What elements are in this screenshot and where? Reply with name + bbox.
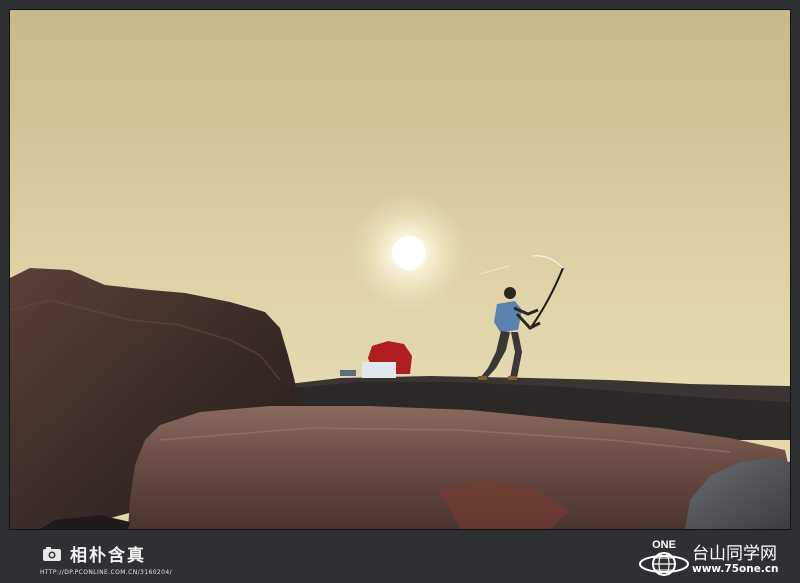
site-url: www.75one.cn xyxy=(692,563,779,575)
image-frame: 相朴含真 HTTP://DP.PCONLINE.COM.CN/3160204/ … xyxy=(0,0,800,583)
sun xyxy=(392,236,426,270)
photo-scene xyxy=(10,10,790,529)
camera-icon xyxy=(43,547,61,561)
watermark-left: 相朴含真 HTTP://DP.PCONLINE.COM.CN/3160204/ xyxy=(40,537,200,577)
white-box xyxy=(362,362,396,378)
photo xyxy=(9,9,791,530)
watermark-title: 相朴含真 xyxy=(70,546,146,566)
watermark-right: ONE 台山同学网 www.75one.cn xyxy=(638,535,798,579)
logo-text: ONE xyxy=(652,539,676,551)
tackle-box xyxy=(340,370,356,376)
watermark-url: HTTP://DP.PCONLINE.COM.CN/3160204/ xyxy=(40,569,172,576)
footer-bar: 相朴含真 HTTP://DP.PCONLINE.COM.CN/3160204/ … xyxy=(0,531,800,583)
site-name: 台山同学网 xyxy=(692,544,777,564)
one-logo: ONE xyxy=(639,539,689,576)
